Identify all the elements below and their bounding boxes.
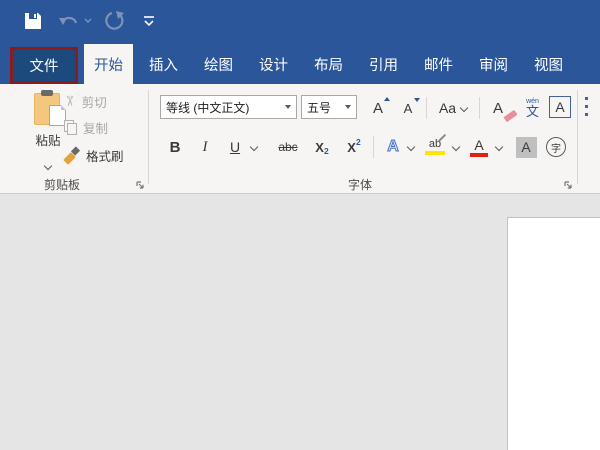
increase-arrow-icon [384, 97, 390, 101]
tab-mailings[interactable]: 邮件 [414, 44, 463, 84]
separator [479, 97, 480, 119]
decrease-arrow-icon [414, 98, 420, 102]
change-case-button[interactable]: Aa [432, 95, 474, 121]
bold-label: B [170, 139, 181, 156]
character-shading-label: A [516, 137, 537, 158]
ribbon-tab-bar: 文件 开始 插入 绘图 设计 布局 引用 邮件 审阅 视图 [0, 44, 600, 84]
eraser-icon [503, 110, 517, 122]
text-effects-label: A [387, 138, 399, 156]
clear-formatting-button[interactable]: A [487, 95, 517, 121]
format-painter-label: 格式刷 [86, 146, 124, 165]
strikethrough-button[interactable]: abc [270, 134, 306, 160]
subscript-base: X [315, 140, 324, 155]
group-divider [577, 90, 578, 184]
font-size-value: 五号 [302, 99, 345, 116]
font-name-combobox[interactable]: 等线 (中文正文) [160, 95, 297, 119]
tab-draw[interactable]: 绘图 [194, 44, 243, 84]
document-area[interactable] [0, 194, 600, 450]
chevron-down-icon [460, 104, 468, 112]
phonetic-guide-button[interactable]: wén 文 [519, 92, 546, 124]
font-color-dropdown-icon[interactable] [493, 134, 505, 160]
clipboard-group-label: 剪贴板 [0, 176, 124, 193]
clear-formatting-label: A [493, 100, 503, 117]
enclose-characters-label: 字 [546, 137, 566, 157]
tab-layout[interactable]: 布局 [304, 44, 353, 84]
italic-button[interactable]: I [194, 134, 216, 160]
highlight-color-bar [425, 151, 445, 155]
italic-label: I [203, 139, 208, 156]
paste-label: 粘贴 [35, 130, 60, 149]
separator [426, 97, 427, 119]
clipboard-dialog-launcher-icon[interactable] [135, 178, 146, 189]
underline-button[interactable]: U [225, 134, 245, 160]
subscript-number: 2 [324, 146, 329, 156]
scissors-icon: ✂ [63, 95, 77, 107]
document-page[interactable] [507, 217, 600, 450]
ribbon: 粘贴 ✂ 剪切 复制 格式刷 剪贴板 等线 (中文正文) [0, 84, 600, 194]
tab-home[interactable]: 开始 [84, 44, 133, 84]
paste-dropdown-icon[interactable] [45, 156, 51, 174]
tab-insert[interactable]: 插入 [139, 44, 188, 84]
group-divider [148, 90, 149, 184]
titlebar [0, 0, 600, 44]
phonetic-char-label: 文 [526, 105, 539, 118]
format-painter-icon [64, 147, 80, 163]
tab-references[interactable]: 引用 [359, 44, 408, 84]
font-color-bar [470, 153, 488, 157]
customize-quick-access-toolbar-icon[interactable] [142, 13, 156, 29]
shrink-font-label: A [404, 101, 413, 116]
text-effects-button[interactable]: A [381, 134, 405, 160]
font-size-combobox[interactable]: 五号 [301, 95, 357, 119]
cut-label: 剪切 [82, 92, 107, 111]
save-icon[interactable] [20, 8, 46, 34]
subscript-button[interactable]: X 2 [308, 134, 336, 160]
tab-file[interactable]: 文件 [10, 47, 78, 84]
font-dialog-launcher-icon[interactable] [563, 178, 574, 189]
grow-font-button[interactable]: A [364, 95, 392, 121]
font-group-label: 字体 [150, 176, 570, 193]
copy-button[interactable]: 复制 [64, 116, 108, 138]
tab-design[interactable]: 设计 [249, 44, 298, 84]
font-name-value: 等线 (中文正文) [161, 99, 285, 116]
character-border-button[interactable]: A [549, 96, 571, 118]
undo-dropdown-icon[interactable] [84, 18, 92, 24]
cut-button[interactable]: ✂ 剪切 [64, 90, 107, 112]
format-painter-button[interactable]: 格式刷 [64, 144, 124, 166]
bold-button[interactable]: B [163, 134, 187, 160]
word-window: 文件 开始 插入 绘图 设计 布局 引用 邮件 审阅 视图 粘贴 ✂ 剪切 复制 [0, 0, 600, 450]
tab-review[interactable]: 审阅 [469, 44, 518, 84]
underline-dropdown-icon[interactable] [248, 134, 260, 160]
separator [373, 136, 374, 158]
font-color-button[interactable]: A [466, 134, 492, 160]
font-color-label: A [474, 138, 483, 152]
character-border-label: A [549, 96, 571, 118]
text-effects-dropdown-icon[interactable] [405, 134, 417, 160]
chevron-down-icon [285, 105, 291, 109]
enclose-characters-button[interactable]: 字 [543, 134, 569, 160]
change-case-label: Aa [439, 100, 456, 116]
character-shading-button[interactable]: A [513, 134, 539, 160]
strikethrough-label: abc [278, 140, 297, 154]
tab-view[interactable]: 视图 [524, 44, 573, 84]
copy-label: 复制 [83, 118, 108, 137]
superscript-number: 2 [356, 137, 361, 147]
shrink-font-button[interactable]: A [394, 95, 422, 121]
chevron-down-icon [345, 105, 351, 109]
superscript-button[interactable]: X 2 [340, 134, 368, 160]
text-highlight-color-button[interactable]: ab [421, 134, 449, 160]
superscript-base: X [347, 140, 356, 155]
copy-icon [64, 120, 77, 134]
underline-label: U [230, 139, 240, 155]
paste-clipboard-icon [34, 91, 62, 124]
highlight-dropdown-icon[interactable] [450, 134, 462, 160]
grow-font-label: A [373, 100, 383, 117]
undo-icon[interactable] [57, 10, 81, 32]
redo-icon[interactable] [103, 9, 127, 33]
